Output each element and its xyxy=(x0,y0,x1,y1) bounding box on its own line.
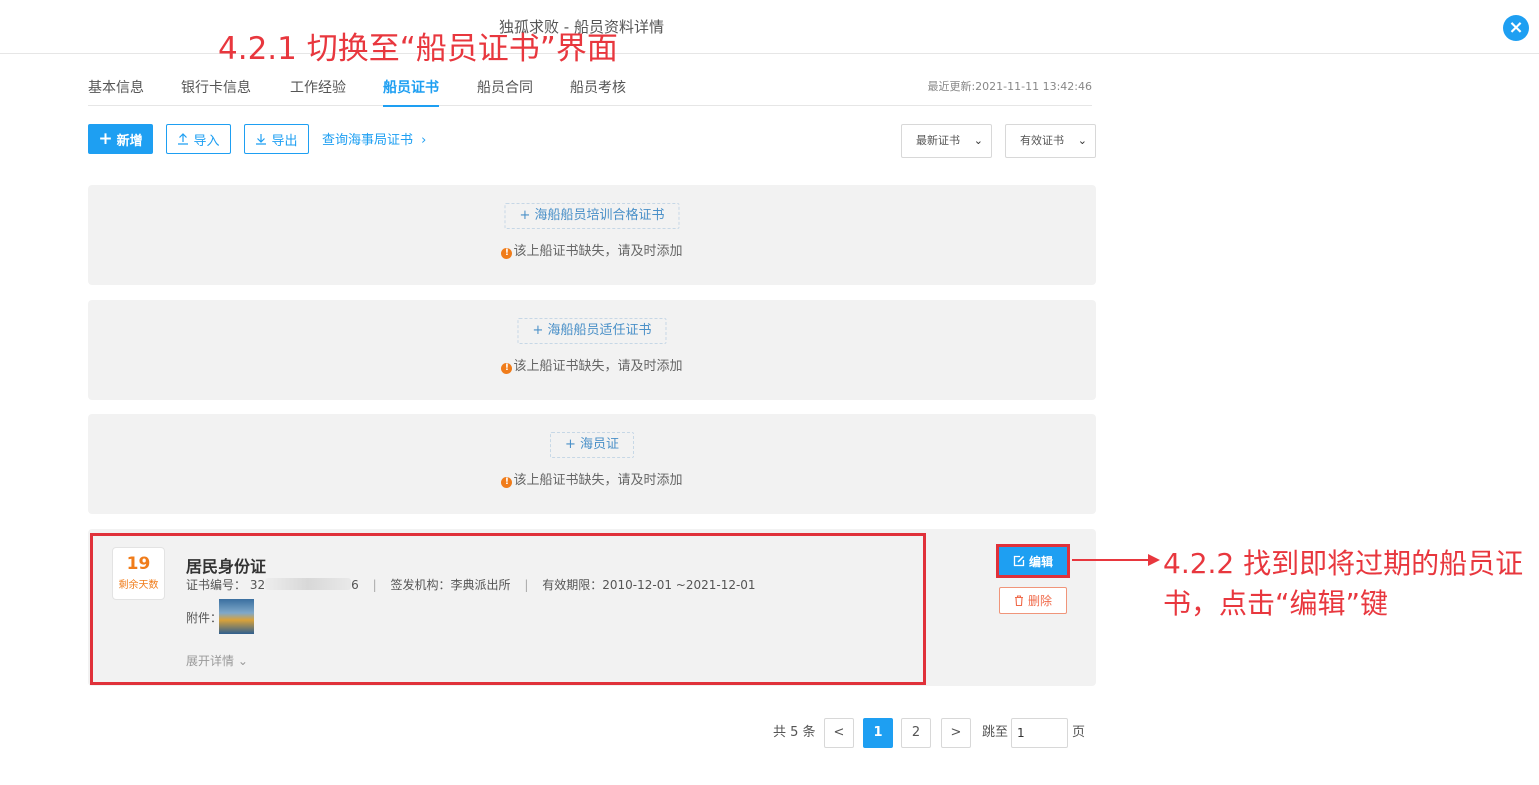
upload-icon xyxy=(178,133,189,145)
add-training-cert-label: 海船船员培训合格证书 xyxy=(534,208,665,223)
annotation-step2: 4.2.2 找到即将过期的船员证书，点击“编辑”键 xyxy=(1163,547,1524,620)
missing-notice-text: 该上船证书缺失，请及时添加 xyxy=(513,244,683,259)
missing-notice: ! 该上船证书缺失，请及时添加 xyxy=(88,355,1096,374)
valid-cert-select[interactable]: 有效证书 ⌄ xyxy=(1005,124,1096,158)
add-button-label: 新增 xyxy=(116,133,143,149)
plus-icon: + xyxy=(519,208,535,223)
add-seaman-book-label: 海员证 xyxy=(580,437,620,452)
warning-icon: ! xyxy=(501,248,513,259)
add-button[interactable]: + 新增 xyxy=(88,124,153,154)
page-button[interactable]: 1 xyxy=(863,718,893,748)
tab-crew-certificates[interactable]: 船员证书 xyxy=(383,77,439,107)
trash-icon xyxy=(1014,595,1023,606)
chevron-down-icon: ⌄ xyxy=(973,134,983,147)
plus-icon: + xyxy=(564,437,581,452)
latest-cert-select[interactable]: 最新证书 ⌄ xyxy=(901,124,992,158)
edit-button-label: 编辑 xyxy=(1028,554,1053,569)
export-button-label: 导出 xyxy=(271,133,298,149)
warning-icon: ! xyxy=(501,477,513,488)
annotation-step1: 4.2.1 切换至“船员证书”界面 xyxy=(218,31,618,67)
missing-cert-slot: + 海船船员培训合格证书 ! 该上船证书缺失，请及时添加 xyxy=(88,185,1096,285)
tab-bank-card[interactable]: 银行卡信息 xyxy=(181,77,251,97)
tab-work-experience[interactable]: 工作经验 xyxy=(290,77,346,97)
close-icon[interactable]: × xyxy=(1503,15,1529,41)
missing-cert-slot: + 海船船员适任证书 ! 该上船证书缺失，请及时添加 xyxy=(88,300,1096,400)
missing-notice-text: 该上船证书缺失，请及时添加 xyxy=(513,359,683,374)
tab-crew-assessment[interactable]: 船员考核 xyxy=(570,77,626,97)
next-page-button[interactable]: > xyxy=(941,718,971,748)
add-competency-cert-label: 海船船员适任证书 xyxy=(547,323,652,338)
plus-icon: + xyxy=(532,323,548,338)
export-button[interactable]: 导出 xyxy=(244,124,309,154)
missing-notice-text: 该上船证书缺失，请及时添加 xyxy=(513,473,683,488)
download-icon xyxy=(256,134,267,145)
import-button[interactable]: 导入 xyxy=(166,124,231,154)
edit-button[interactable]: 编辑 xyxy=(996,544,1070,578)
add-training-cert-button[interactable]: + 海船船员培训合格证书 xyxy=(504,203,680,229)
add-competency-cert-button[interactable]: + 海船船员适任证书 xyxy=(517,318,667,344)
jump-label: 跳至 xyxy=(982,725,1009,740)
chevron-right-icon: > xyxy=(950,725,962,740)
query-maritime-link[interactable]: 查询海事局证书 › xyxy=(322,129,426,148)
highlight-frame xyxy=(90,533,926,685)
chevron-left-icon: < xyxy=(833,725,845,740)
annotation-arrow xyxy=(1072,554,1160,566)
missing-notice: ! 该上船证书缺失，请及时添加 xyxy=(88,240,1096,259)
warning-icon: ! xyxy=(501,363,513,374)
delete-button-label: 删除 xyxy=(1027,594,1052,608)
add-seaman-book-button[interactable]: + 海员证 xyxy=(549,432,635,458)
query-maritime-label: 查询海事局证书 xyxy=(322,133,414,148)
chevron-down-icon: ⌄ xyxy=(1077,134,1087,147)
last-update-text: 最近更新:2021-11-11 13:42:46 xyxy=(927,80,1092,93)
valid-cert-select-value: 有效证书 xyxy=(1020,134,1064,147)
latest-cert-select-value: 最新证书 xyxy=(916,134,960,147)
import-button-label: 导入 xyxy=(193,133,220,149)
page-button[interactable]: 2 xyxy=(901,718,931,748)
plus-icon: + xyxy=(98,128,113,149)
delete-button[interactable]: 删除 xyxy=(999,587,1067,614)
tab-basic-info[interactable]: 基本信息 xyxy=(88,77,144,97)
tab-crew-contracts[interactable]: 船员合同 xyxy=(477,77,533,97)
tab-bar: 基本信息 银行卡信息 工作经验 船员证书 船员合同 船员考核 最近更新:2021… xyxy=(88,66,1092,107)
chevron-right-icon: › xyxy=(421,133,427,148)
pagination-total: 共 5 条 xyxy=(773,725,816,740)
page-unit-label: 页 xyxy=(1072,725,1086,740)
edit-icon xyxy=(1013,555,1025,567)
prev-page-button[interactable]: < xyxy=(824,718,854,748)
missing-cert-slot: + 海员证 ! 该上船证书缺失，请及时添加 xyxy=(88,414,1096,514)
missing-notice: ! 该上船证书缺失，请及时添加 xyxy=(88,469,1096,488)
jump-page-input[interactable] xyxy=(1011,718,1068,748)
